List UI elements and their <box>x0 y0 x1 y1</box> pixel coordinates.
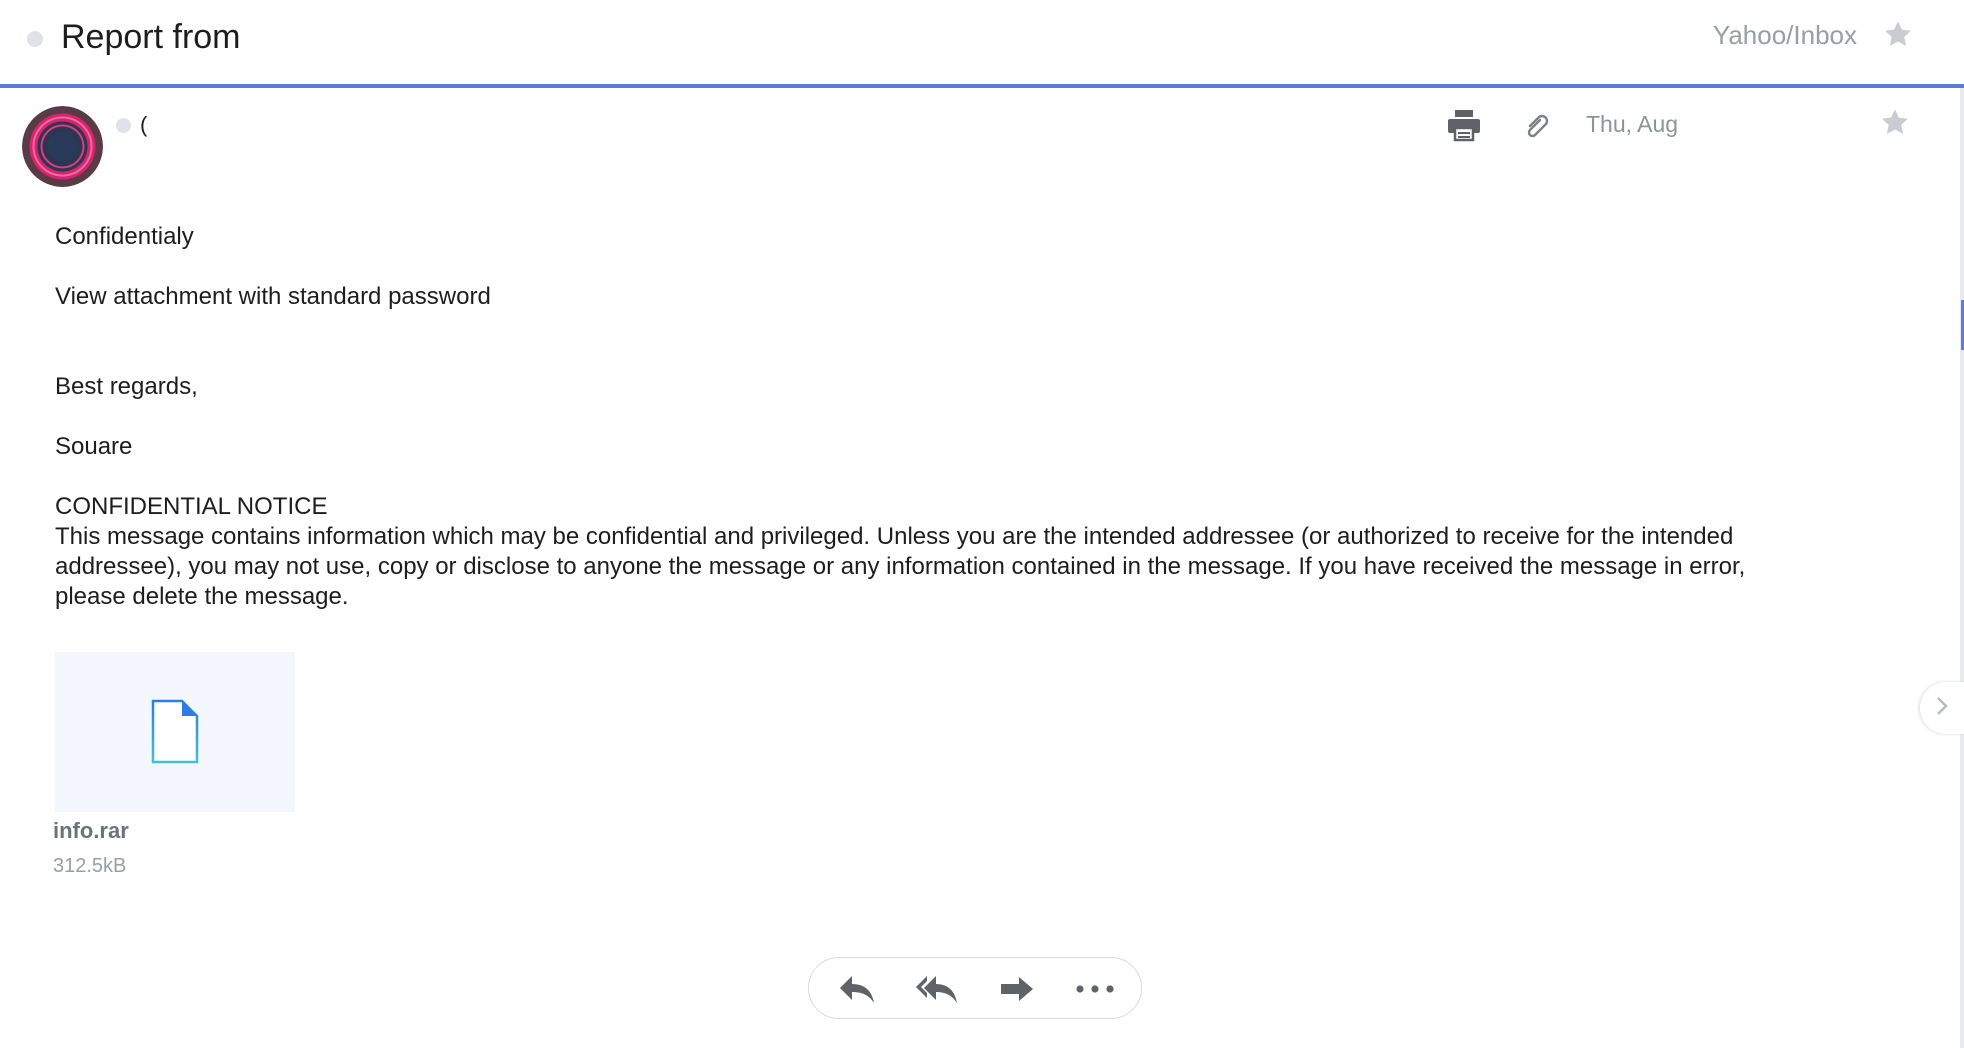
unread-dot[interactable] <box>27 31 43 47</box>
folder-label[interactable]: Yahoo/Inbox <box>1713 20 1857 51</box>
sender-status-dot <box>116 118 131 133</box>
reply-all-button[interactable] <box>915 970 959 1008</box>
file-icon <box>150 699 200 765</box>
attachment-size: 312.5kB <box>53 855 127 877</box>
notice-text: This message contains information which … <box>55 523 1746 610</box>
print-icon[interactable] <box>1446 107 1482 143</box>
message-date: Thu, Aug <box>1586 111 1679 137</box>
notice-title: CONFIDENTIAL NOTICE <box>55 493 328 520</box>
next-message-button[interactable] <box>1920 682 1964 734</box>
subject-bar: Report from Yahoo/Inbox <box>0 0 1964 88</box>
scrollbar-track[interactable] <box>1960 88 1964 1048</box>
more-icon <box>1075 984 1115 994</box>
body-signature: Souare <box>55 433 133 460</box>
body-line: View attachment with standard password <box>55 283 491 310</box>
sender-name[interactable]: ( <box>140 112 147 138</box>
reply-button[interactable] <box>835 970 879 1008</box>
message-action-bar <box>808 957 1142 1019</box>
chevron-right-icon <box>1935 695 1949 722</box>
body-line: Confidentialy <box>55 223 194 250</box>
email-viewer: Report from Yahoo/Inbox (Thu, Aug Confi… <box>0 0 1964 1048</box>
attachment-card[interactable] <box>55 652 295 812</box>
forward-icon <box>999 975 1035 1003</box>
email-subject: Report from <box>61 18 241 56</box>
more-button[interactable] <box>1073 970 1117 1008</box>
star-icon[interactable] <box>1882 18 1914 50</box>
forward-button[interactable] <box>995 970 1039 1008</box>
sender-avatar[interactable] <box>22 106 103 187</box>
star-icon[interactable] <box>1879 106 1911 138</box>
paperclip-icon[interactable] <box>1521 112 1551 142</box>
attachment-name[interactable]: info.rar <box>53 818 129 844</box>
body-closing: Best regards, <box>55 373 198 400</box>
reply-icon <box>838 974 876 1004</box>
reply-all-icon <box>915 974 959 1004</box>
